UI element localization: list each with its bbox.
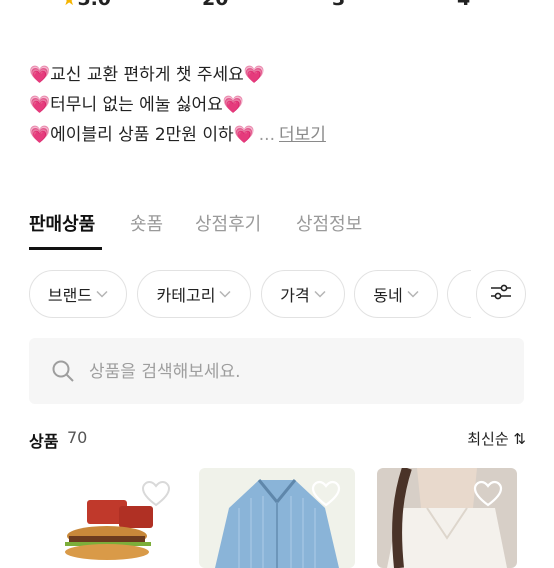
- sort-button[interactable]: 최신순 ⇅: [467, 428, 526, 449]
- chevron-down-icon: [407, 287, 419, 301]
- products-title: 상품: [29, 432, 59, 451]
- chevron-down-icon: [314, 287, 326, 301]
- shop-intro: 💗교신 교환 편하게 챗 주세요💗 💗터무니 없는 에눌 싫어요💗 💗에이블리 …: [29, 60, 326, 150]
- heart-icon[interactable]: [311, 480, 341, 512]
- heart-emoji-icon: 💗: [243, 65, 265, 85]
- filter-label: 가격: [280, 286, 310, 305]
- intro-line: 💗교신 교환 편하게 챗 주세요💗: [29, 60, 326, 90]
- filter-settings-button[interactable]: [476, 270, 526, 318]
- tab-reviews[interactable]: 상점후기: [195, 210, 261, 236]
- tab-shortform[interactable]: 숏폼: [130, 210, 163, 236]
- heart-icon[interactable]: [473, 480, 503, 512]
- sliders-icon: [490, 283, 512, 305]
- filter-price-button[interactable]: 가격: [261, 270, 345, 318]
- filter-brand-button[interactable]: 브랜드: [29, 270, 127, 318]
- chevron-down-icon: [96, 287, 108, 301]
- product-card[interactable]: [29, 468, 185, 568]
- stat-value-3: 3: [332, 0, 345, 10]
- intro-text: 교신 교환 편하게 챗 주세요: [50, 65, 244, 85]
- heart-emoji-icon: 💗: [29, 95, 51, 115]
- product-search-bar: [29, 338, 524, 404]
- filter-chip-partial[interactable]: [447, 270, 471, 318]
- filter-label: 브랜드: [47, 286, 93, 305]
- intro-line: 💗에이블리 상품 2만원 이하💗... 더보기: [29, 120, 326, 150]
- shop-stats-row: ★5.0 20 3 4: [0, 0, 554, 10]
- heart-emoji-icon: 💗: [29, 65, 51, 85]
- rating-value: 5.0: [77, 0, 111, 10]
- intro-text: 에이블리 상품 2만원 이하: [50, 125, 234, 145]
- more-link[interactable]: 더보기: [279, 125, 326, 145]
- products-header: 상품 70 최신순 ⇅: [29, 428, 526, 452]
- tab-shop-info[interactable]: 상점정보: [296, 210, 362, 236]
- product-card[interactable]: [199, 468, 355, 568]
- filter-label: 카테고리: [156, 286, 216, 305]
- heart-emoji-icon: 💗: [233, 125, 255, 145]
- intro-line: 💗터무니 없는 에눌 싫어요💗: [29, 90, 326, 120]
- filter-category-button[interactable]: 카테고리: [137, 270, 251, 318]
- product-card[interactable]: [377, 468, 517, 568]
- sort-icon: ⇅: [513, 430, 526, 448]
- heart-emoji-icon: 💗: [222, 95, 244, 115]
- tab-products[interactable]: 판매상품: [29, 210, 95, 236]
- intro-text: 터무니 없는 에눌 싫어요: [50, 95, 223, 115]
- heart-icon[interactable]: [141, 480, 171, 512]
- stat-value-2: 20: [202, 0, 228, 10]
- filter-chips: 브랜드 카테고리 가격 동네: [29, 270, 554, 322]
- search-input[interactable]: [87, 354, 511, 390]
- heart-emoji-icon: 💗: [29, 125, 51, 145]
- products-count: 70: [67, 428, 88, 447]
- chevron-down-icon: [219, 287, 231, 301]
- search-icon: [51, 359, 75, 387]
- star-icon: ★: [62, 0, 76, 9]
- sort-label: 최신순: [467, 430, 509, 448]
- filter-neighborhood-button[interactable]: 동네: [354, 270, 438, 318]
- stat-value-4: 4: [457, 0, 470, 10]
- active-tab-indicator: [29, 247, 102, 250]
- rating-stat: ★5.0: [62, 0, 111, 10]
- filter-label: 동네: [373, 286, 403, 305]
- intro-ellipsis: ...: [258, 125, 275, 145]
